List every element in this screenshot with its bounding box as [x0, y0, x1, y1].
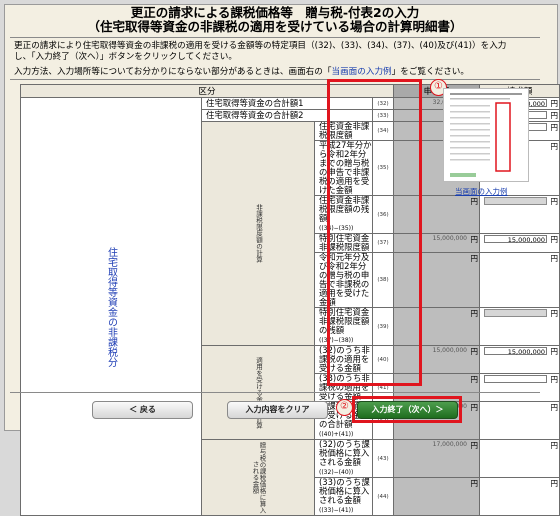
instruction-text: 更正の請求により住宅取得等資金の非課税の適用を受ける金額等の特定項目（(32)、…	[14, 41, 507, 77]
shinkoku-cell: 17,000,000 円	[393, 439, 480, 478]
next-button[interactable]: 入力終了（次へ）＞	[357, 401, 458, 419]
row-number: (44)	[372, 477, 394, 516]
input-example-thumbnail[interactable]	[443, 88, 529, 182]
desc-divider	[10, 79, 540, 80]
sub-label-a: 非課税限度額の計算	[201, 121, 315, 346]
row-label: (32)のうち課税価格に算入される金額 ((32)−(40))	[314, 439, 373, 478]
seikyu-cell: 円	[479, 373, 560, 402]
seikyu-cell: 円	[479, 401, 560, 440]
title-divider	[10, 37, 540, 38]
thumbnail-image	[450, 93, 522, 177]
input-example-link[interactable]: 当画面の入力例	[455, 186, 508, 197]
row-label: (33)のうち課税価格に算入される金額 ((33)−(41))	[314, 477, 373, 516]
highlight-seikyu-column	[327, 79, 422, 386]
seikyu-cell: 円	[479, 307, 560, 346]
seikyu-disabled	[484, 197, 547, 205]
step-marker-2: ②	[336, 399, 353, 416]
seikyu-cell: 円	[479, 477, 560, 516]
seikyu-input[interactable]: 15,000,000	[484, 347, 547, 356]
clear-button[interactable]: 入力内容をクリア	[227, 401, 328, 419]
seikyu-cell: 15,000,000 円	[479, 345, 560, 374]
seikyu-input[interactable]: 15,000,000	[484, 235, 547, 244]
page-title: 更正の請求による課税価格等 贈与税-付表2の入力 （住宅取得等資金の非課税の適用…	[87, 5, 463, 34]
seikyu-cell: 円	[479, 195, 560, 234]
seikyu-cell: 15,000,000 円	[479, 233, 560, 253]
footer-divider	[10, 392, 540, 393]
input-example-link-inline[interactable]: 当画面の入力例	[331, 67, 391, 77]
back-button[interactable]: ＜ 戻る	[92, 401, 193, 419]
group-label: 住宅取得等資金の非課税分	[20, 97, 202, 516]
seikyu-disabled	[484, 309, 547, 317]
row-number: (43)	[372, 439, 394, 478]
sub-label-c: 贈与税の課税価格に算入される金額	[201, 439, 315, 516]
shinkoku-cell: 円	[393, 477, 480, 516]
seikyu-input[interactable]	[484, 375, 547, 383]
seikyu-cell: 円	[479, 252, 560, 308]
seikyu-cell: 円	[479, 439, 560, 478]
